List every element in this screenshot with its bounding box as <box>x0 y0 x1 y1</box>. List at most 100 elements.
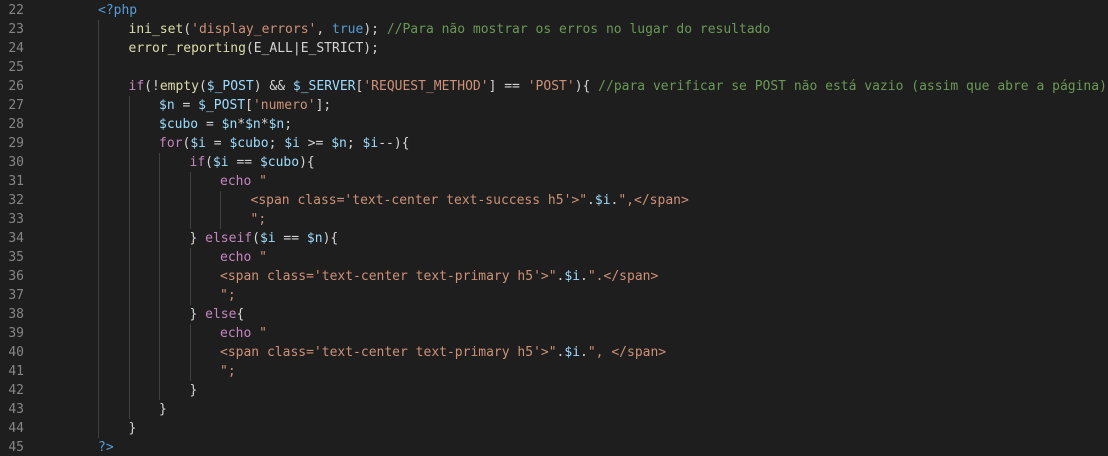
code-line[interactable]: 26 if(!empty($_POST) && $_SERVER['REQUEST… <box>0 77 1108 96</box>
code-token: $n <box>268 117 285 132</box>
code-token: (E_ALL|E_STRICT); <box>245 41 379 56</box>
code-token: $_POST <box>206 79 254 94</box>
code-text: "; <box>251 210 267 229</box>
code-line[interactable]: 34} elseif($i == $n){ <box>0 229 1108 248</box>
indent-guide <box>159 286 160 305</box>
line-number: 32 <box>8 193 24 208</box>
code-token: " <box>259 174 267 189</box>
code-token: * <box>237 117 246 132</box>
code-line[interactable]: 44} <box>0 419 1108 438</box>
indent-guide <box>128 134 130 153</box>
code-line[interactable]: 39 echo " <box>0 324 1108 343</box>
indent-guide <box>159 305 160 324</box>
line-number: 29 <box>8 136 24 151</box>
code-line[interactable]: 40 <span class='text-center text-primary … <box>0 343 1108 362</box>
code-token: >= <box>299 136 332 151</box>
code-token: else <box>205 307 237 322</box>
code-token: $i <box>259 231 276 246</box>
indent-guide <box>189 286 191 305</box>
code-line[interactable]: 42} <box>0 381 1108 400</box>
code-line[interactable]: 41 "; <box>0 362 1108 381</box>
code-token: 'display_errors' <box>191 22 317 37</box>
line-number: 39 <box>8 326 24 341</box>
indent-guide <box>98 362 99 381</box>
code-line[interactable]: 28 $cubo = $n*$n*$n; <box>0 115 1108 134</box>
code-line[interactable]: 35 echo " <box>0 248 1108 267</box>
code-text: error_reporting(E_ALL|E_STRICT); <box>129 39 379 58</box>
indent-guide <box>128 210 130 229</box>
code-token: <span class='text-center text-success h5… <box>250 193 588 208</box>
line-number: 28 <box>8 117 24 132</box>
code-token: $n <box>331 136 347 151</box>
indent-guide <box>128 324 130 343</box>
code-token: echo <box>220 326 252 341</box>
indent-guide <box>189 210 191 229</box>
line-number: 30 <box>8 155 24 170</box>
indent-guide <box>98 96 99 115</box>
code-token: $n <box>159 98 175 113</box>
code-token: echo <box>220 250 252 265</box>
code-line[interactable]: 30 if($i == $cubo){ <box>0 153 1108 172</box>
indent-guide <box>159 343 160 362</box>
code-token: ){ <box>299 155 315 170</box>
indent-guide <box>98 267 99 286</box>
indent-guide <box>98 210 99 229</box>
code-token: ",</span> <box>618 193 689 208</box>
code-line[interactable]: 23 ini_set('display_errors', true); //Par… <box>0 20 1108 39</box>
code-line[interactable]: 22 <?php <box>0 1 1108 20</box>
code-token: ){ <box>322 231 339 246</box>
code-token: , <box>316 22 333 37</box>
code-line[interactable]: 37 "; <box>0 286 1108 305</box>
indent-guide <box>128 248 130 267</box>
indent-guide <box>159 324 160 343</box>
line-number: 43 <box>8 402 24 417</box>
code-text: <?php <box>98 1 137 20</box>
indent-guide <box>159 210 160 229</box>
code-line[interactable]: 45 ?> <box>0 438 1108 456</box>
code-token: $i <box>564 345 581 360</box>
line-number: 33 <box>8 212 24 227</box>
code-token: } <box>159 402 167 417</box>
indent-guide <box>128 229 130 248</box>
indent-guide <box>128 381 130 400</box>
line-number: 40 <box>8 345 24 360</box>
code-line[interactable]: 24 error_reporting(E_ALL|E_STRICT); <box>0 39 1108 58</box>
code-token: ( <box>183 22 192 37</box>
code-text: $cubo = $n*$n*$n; <box>159 115 292 134</box>
code-text: "; <box>220 362 236 381</box>
code-token: ]; <box>315 98 332 113</box>
indent-guide <box>128 400 130 419</box>
code-token: ( <box>205 155 213 170</box>
indent-guide <box>98 400 99 419</box>
code-text: $n = $_POST['numero']; <box>159 96 331 115</box>
code-token: $i <box>284 136 300 151</box>
code-line[interactable]: 29 for($i = $cubo; $i >= $n; $i--){ <box>0 134 1108 153</box>
code-line[interactable]: 31 echo " <box>0 172 1108 191</box>
line-number: 25 <box>8 60 24 75</box>
code-line[interactable]: 32 <span class='text-center text-success … <box>0 191 1108 210</box>
code-text: echo " <box>220 248 267 267</box>
code-token: * <box>260 117 269 132</box>
code-text: ini_set('display_errors', true); //Para … <box>129 20 771 39</box>
code-token: $i <box>190 136 206 151</box>
code-token: $n <box>245 117 261 132</box>
code-line[interactable]: 43} <box>0 400 1108 419</box>
code-text: } <box>129 419 137 438</box>
indent-guide <box>189 172 191 191</box>
line-number: 36 <box>8 269 24 284</box>
code-line[interactable]: 38} else{ <box>0 305 1108 324</box>
line-number: 45 <box>8 440 24 455</box>
indent-guide <box>189 324 191 343</box>
code-line[interactable]: 25 <box>0 58 1108 77</box>
code-line[interactable]: 36 <span class='text-center text-primary … <box>0 267 1108 286</box>
code-editor[interactable]: 22 <?php 23 ini_set('display_errors', true)… <box>0 0 1108 456</box>
code-line[interactable]: 27 $n = $_POST['numero']; <box>0 96 1108 115</box>
code-token: --){ <box>378 136 410 151</box>
code-line[interactable]: 33 "; <box>0 210 1108 229</box>
code-token: echo <box>220 174 252 189</box>
indent-guide <box>189 362 191 381</box>
indent-guide <box>98 20 99 39</box>
code-token: . <box>587 193 595 208</box>
code-token: ){ <box>574 79 599 94</box>
